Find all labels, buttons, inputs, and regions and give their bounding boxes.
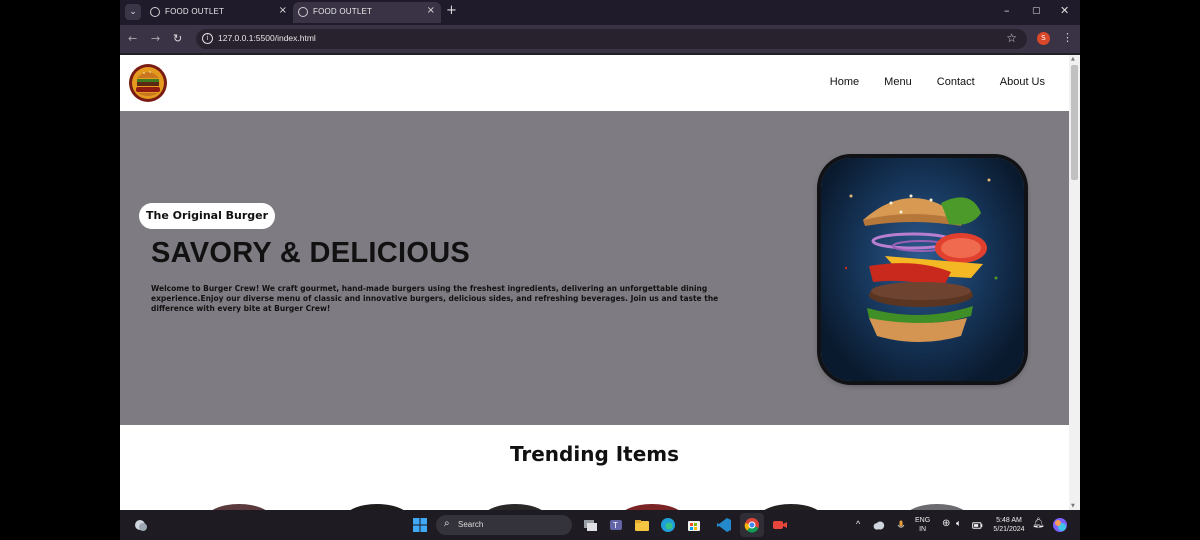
new-tab-button[interactable]: +: [446, 3, 457, 18]
tab-search-button[interactable]: ⌄: [125, 4, 141, 20]
tab-title: FOOD OUTLET: [313, 7, 373, 16]
tab-title: FOOD OUTLET: [165, 7, 225, 16]
close-tab-icon[interactable]: ×: [279, 5, 287, 16]
vscode-icon[interactable]: [716, 517, 732, 533]
browser-menu-icon[interactable]: ⋮: [1062, 31, 1073, 44]
globe-icon: [150, 7, 160, 17]
trending-title: Trending Items: [509, 442, 680, 466]
browser-tab-active[interactable]: FOOD OUTLET ×: [293, 2, 441, 23]
search-icon: ⌕: [444, 518, 450, 529]
nav-contact[interactable]: Contact: [937, 76, 975, 88]
page-scrollbar[interactable]: ▲ ▼: [1069, 55, 1080, 510]
browser-toolbar: ← → ↻ i 127.0.0.1:5500/index.html ☆: [120, 25, 1080, 53]
language-code: ENG: [915, 517, 931, 524]
scroll-down-icon[interactable]: ▼: [1071, 503, 1075, 509]
tray-overflow-icon[interactable]: ^: [856, 520, 860, 529]
store-icon[interactable]: [686, 517, 702, 533]
taskbar: ⌕ Search T ^ ENG IN ⊕ 🔈︎ 5:48 AM 5/21/20…: [120, 510, 1080, 540]
main-nav: Home Menu Contact About Us: [808, 76, 1045, 88]
url-text[interactable]: 127.0.0.1:5500/index.html: [218, 33, 316, 43]
file-explorer-icon[interactable]: [634, 517, 650, 533]
site-info-icon[interactable]: i: [202, 33, 213, 44]
region-code: IN: [919, 526, 927, 533]
close-window-button[interactable]: ✕: [1060, 4, 1069, 17]
forward-icon[interactable]: →: [151, 32, 160, 45]
battery-icon[interactable]: [972, 520, 983, 531]
browser-tab-strip: ⌄ FOOD OUTLET × FOOD OUTLET × + – ▢ ✕: [120, 0, 1080, 25]
address-bar[interactable]: i 127.0.0.1:5500/index.html ☆: [196, 29, 1027, 49]
maximize-button[interactable]: ▢: [1032, 6, 1041, 16]
close-tab-icon[interactable]: ×: [427, 5, 435, 16]
burger-logo[interactable]: [127, 62, 169, 104]
scroll-up-icon[interactable]: ▲: [1071, 56, 1075, 62]
nav-home[interactable]: Home: [830, 76, 859, 88]
nav-menu[interactable]: Menu: [884, 76, 912, 88]
network-icon[interactable]: ⊕: [942, 519, 950, 529]
profile-avatar[interactable]: S: [1037, 32, 1050, 45]
globe-icon: [298, 7, 308, 17]
screen: ⌄ FOOD OUTLET × FOOD OUTLET × + – ▢ ✕ ← …: [120, 0, 1080, 540]
screen-recorder-icon[interactable]: [772, 517, 788, 533]
nav-about-us[interactable]: About Us: [1000, 76, 1045, 88]
edge-icon[interactable]: [660, 517, 676, 533]
site-header: Home Menu Contact About Us: [120, 55, 1069, 111]
burger-illustration: [844, 178, 998, 342]
teams-icon[interactable]: T: [608, 517, 624, 533]
chrome-icon[interactable]: [744, 517, 760, 533]
hero-title: SAVORY & DELICIOUS: [151, 237, 471, 269]
clock-date: 5/21/2024: [993, 526, 1025, 533]
notification-bell-icon[interactable]: 🔔︎: [1032, 519, 1045, 529]
reload-icon[interactable]: ↻: [173, 32, 182, 45]
task-view-icon[interactable]: [582, 517, 598, 533]
taskbar-search[interactable]: ⌕ Search: [436, 515, 572, 535]
back-icon[interactable]: ←: [128, 32, 137, 45]
clock[interactable]: 5:48 AM 5/21/2024: [990, 516, 1028, 534]
windows-start-icon[interactable]: [412, 517, 428, 533]
scrollbar-thumb[interactable]: [1071, 65, 1078, 180]
language-indicator[interactable]: ENG IN: [915, 516, 930, 534]
bookmark-star-icon[interactable]: ☆: [1006, 31, 1017, 45]
volume-icon[interactable]: 🔈︎: [956, 519, 961, 528]
weather-icon[interactable]: [133, 517, 149, 533]
minimize-button[interactable]: –: [1004, 4, 1010, 17]
microphone-icon[interactable]: [895, 519, 907, 531]
svg-text:T: T: [613, 521, 618, 530]
hero-tag: The Original Burger: [139, 203, 276, 229]
search-label: Search: [458, 520, 484, 529]
hero-description: Welcome to Burger Crew! We craft gourmet…: [151, 284, 719, 313]
copilot-icon[interactable]: [1052, 517, 1068, 533]
hero-burger-image: [821, 158, 1024, 381]
cloud-icon[interactable]: [872, 519, 885, 532]
hero-section: The Original Burger SAVORY & DELICIOUS W…: [120, 111, 1069, 425]
browser-tab[interactable]: FOOD OUTLET ×: [145, 2, 293, 23]
clock-time: 5:48 AM: [996, 517, 1022, 524]
page-viewport: Home Menu Contact About Us The Original …: [120, 55, 1080, 510]
